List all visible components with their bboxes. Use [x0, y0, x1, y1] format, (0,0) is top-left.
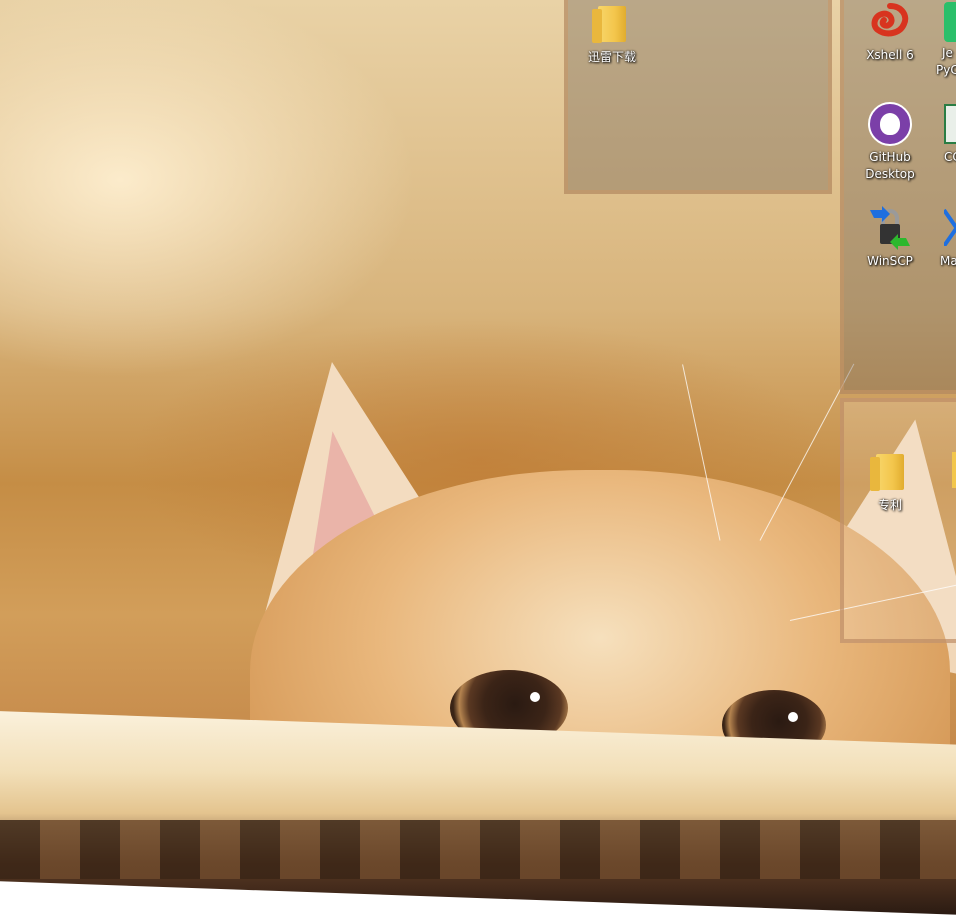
desktop-icon-winscp[interactable]: WinSCP	[852, 206, 928, 270]
icon-label: Xshell 6	[866, 48, 914, 62]
fence-area[interactable]	[840, 398, 956, 643]
icon-label: WinSCP	[867, 254, 913, 268]
desktop-icon-xshell[interactable]: Xshell 6	[852, 0, 928, 64]
github-icon	[868, 102, 912, 146]
icon-label: 迅雷下载	[587, 50, 636, 64]
partial-label: PyC	[936, 63, 956, 77]
xshell-icon	[868, 0, 912, 44]
basket-rim	[0, 710, 956, 915]
desktop-icon-zhuanli[interactable]: 专利	[852, 450, 928, 514]
partial-label: CC	[944, 150, 956, 164]
partial-icon-folder[interactable]	[952, 452, 956, 488]
folder-icon	[868, 450, 912, 494]
basket-weave	[0, 820, 956, 879]
icon-label: 专利	[877, 498, 902, 512]
partial-icon-x[interactable]	[942, 206, 956, 248]
desktop-icon-xunlei[interactable]: 迅雷下载	[574, 2, 650, 66]
icon-label: GitHub Desktop	[865, 150, 915, 181]
folder-icon	[590, 2, 634, 46]
winscp-icon	[868, 206, 912, 250]
partial-icon-green[interactable]	[944, 2, 956, 42]
desktop-icon-github[interactable]: GitHub Desktop	[852, 102, 928, 183]
partial-label: Ma	[940, 254, 956, 268]
partial-label: Je	[942, 46, 953, 60]
partial-icon-chart[interactable]	[944, 104, 956, 144]
